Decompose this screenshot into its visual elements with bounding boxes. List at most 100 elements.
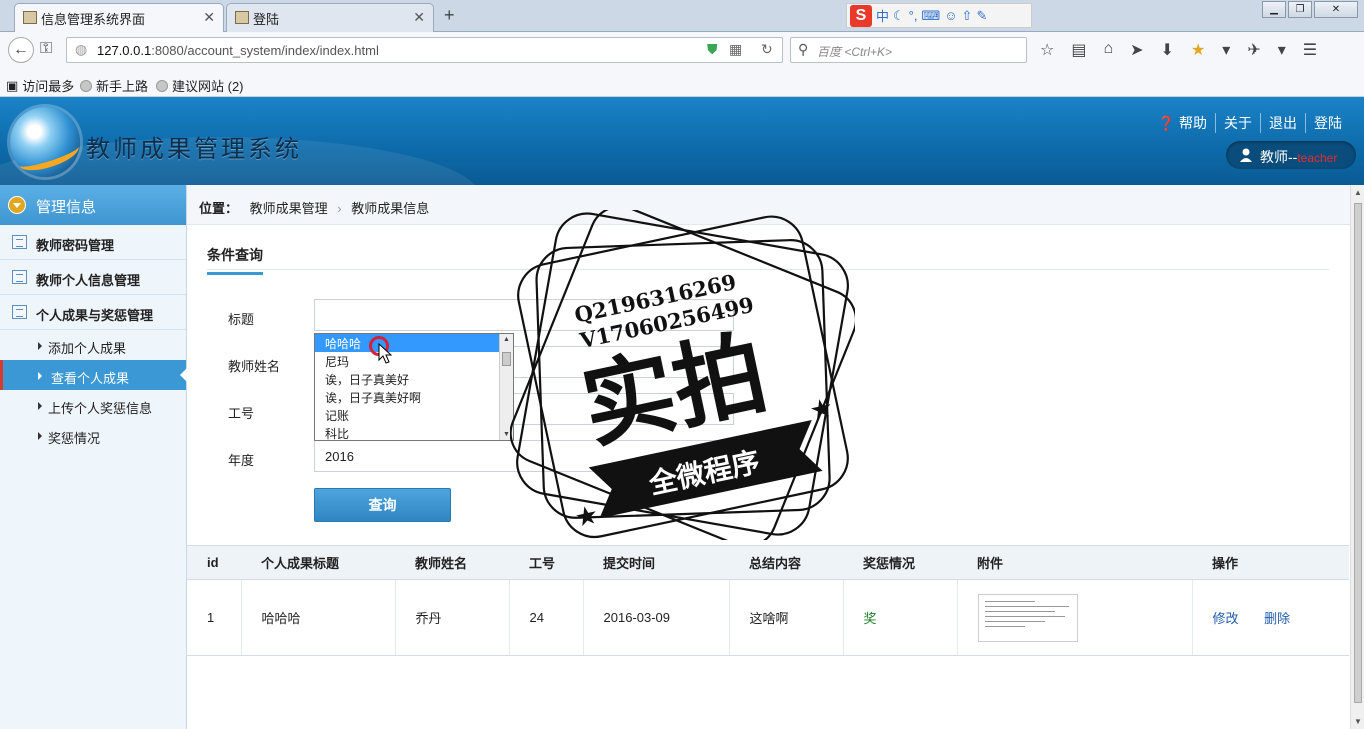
user-badge[interactable]: 教师--teacher xyxy=(1226,141,1356,169)
wrench-icon[interactable]: ✎ xyxy=(976,8,987,24)
app-header: 教师成果管理系统 ❓ 帮助 关于 退出 登陆 教师--teacher xyxy=(0,97,1364,185)
column-header: 操作 xyxy=(1192,545,1349,580)
scroll-thumb[interactable] xyxy=(502,352,511,366)
new-tab-icon[interactable]: + xyxy=(444,5,455,26)
year-input[interactable]: 2016 xyxy=(314,440,734,472)
globe-icon xyxy=(156,79,168,92)
shield-icon[interactable]: ⛊ xyxy=(707,41,718,58)
scroll-up-icon[interactable]: ▲ xyxy=(503,336,510,343)
search-input[interactable]: ⚲ 百度 <Ctrl+K> xyxy=(790,37,1027,63)
reload-icon[interactable]: ↻ xyxy=(761,41,773,58)
sidebar-item-password[interactable]: 教师密码管理 xyxy=(0,225,186,260)
close-window-icon[interactable]: ✕ xyxy=(1314,1,1358,18)
bookmarks-bar: ▣ 访问最多 新手上路 建议网站 (2) xyxy=(0,69,1364,97)
about-link[interactable]: 关于 xyxy=(1215,113,1260,133)
job-number-label: 工号 xyxy=(228,406,255,421)
key-icon[interactable]: ⚿ xyxy=(40,40,52,58)
cell-teacher: 乔丹 xyxy=(395,579,510,656)
breadcrumb-item[interactable]: 教师成果管理 xyxy=(250,201,328,216)
send-icon[interactable]: ➤ xyxy=(1130,40,1143,60)
mouse-cursor-icon xyxy=(378,343,392,364)
home-icon[interactable]: ⌂ xyxy=(1103,40,1113,60)
dropdown-option[interactable]: 科比 xyxy=(315,424,501,440)
title-label: 标题 xyxy=(228,312,255,327)
address-bar[interactable]: ◍ 127.0.0.1:8080/account_system/index/in… xyxy=(66,37,783,63)
minimize-icon[interactable]: ▁ xyxy=(1262,1,1286,18)
download-icon[interactable]: ⬇ xyxy=(1161,40,1174,60)
dropdown-option[interactable]: 诶，日子真美好啊 xyxy=(315,388,501,406)
maximize-icon[interactable]: ❐ xyxy=(1288,1,1312,18)
keyboard-icon[interactable]: ⌨ xyxy=(921,8,940,24)
sogou-s-icon[interactable]: S xyxy=(850,4,872,27)
user-icon[interactable]: ☺ xyxy=(944,8,957,23)
cell-summary: 这啥啊 xyxy=(729,579,844,656)
dropdown-option[interactable]: 哈哈哈 xyxy=(315,334,501,352)
column-header: 总结内容 xyxy=(729,545,843,580)
delete-link[interactable]: 删除 xyxy=(1264,611,1290,626)
tab-close-icon[interactable]: ✕ xyxy=(413,9,425,26)
sidebar-sub-label: 添加个人成果 xyxy=(48,341,127,356)
page-scrollbar[interactable]: ▲ ▼ xyxy=(1350,185,1364,729)
year-value: 2016 xyxy=(325,449,354,464)
dropdown-option[interactable]: 尼玛 xyxy=(315,352,501,370)
sidebar-item-achievements[interactable]: 个人成果与奖惩管理 xyxy=(0,295,186,330)
bookmark-label: 访问最多 xyxy=(22,79,75,94)
moon-icon[interactable]: ☾ xyxy=(893,8,905,24)
sidebar-sub-label: 奖惩情况 xyxy=(48,431,101,446)
addon-icon[interactable]: ✈ xyxy=(1247,40,1260,60)
scroll-up-icon[interactable]: ▲ xyxy=(1354,188,1362,197)
title-input[interactable] xyxy=(314,299,734,331)
login-link[interactable]: 登陆 xyxy=(1305,113,1350,133)
scroll-down-icon[interactable]: ▼ xyxy=(1354,717,1362,726)
sidebar-item-label: 教师密码管理 xyxy=(36,238,115,253)
ime-chinese-toggle[interactable]: 中 xyxy=(876,6,889,25)
bookmark-suggested-sites[interactable]: 建议网站 (2) xyxy=(156,76,244,95)
sidebar-header[interactable]: 管理信息 xyxy=(0,185,186,225)
menu-icon[interactable]: ☰ xyxy=(1303,40,1317,60)
query-button[interactable]: 查询 xyxy=(314,488,451,522)
bookmark-most-visited[interactable]: ▣ 访问最多 xyxy=(6,76,74,95)
tab-close-icon[interactable]: ✕ xyxy=(203,9,215,26)
star-icon[interactable]: ☆ xyxy=(1040,40,1054,60)
sidebar-item-personal-info[interactable]: 教师个人信息管理 xyxy=(0,260,186,295)
attachment-thumbnail[interactable] xyxy=(977,593,1078,642)
tab-login[interactable]: 登陆 ✕ xyxy=(226,3,434,32)
sidebar-sub-rewards[interactable]: 奖惩情况 xyxy=(0,420,186,450)
sidebar-sub-view[interactable]: 查看个人成果 xyxy=(0,360,187,390)
bookmark-getting-started[interactable]: 新手上路 xyxy=(80,76,148,95)
punctuation-icon[interactable]: °, xyxy=(909,8,918,23)
tab-condition-query[interactable]: 条件查询 xyxy=(207,245,263,275)
tab-info-management[interactable]: 信息管理系统界面 ✕ xyxy=(14,3,224,33)
bookmark-label: 建议网站 (2) xyxy=(172,79,244,94)
sidebar-sub-upload[interactable]: 上传个人奖惩信息 xyxy=(0,390,186,420)
scroll-down-icon[interactable]: ▼ xyxy=(503,431,510,438)
logout-link[interactable]: 退出 xyxy=(1260,113,1305,133)
dropdown-option[interactable]: 诶，日子真美好 xyxy=(315,370,501,388)
back-arrow-icon[interactable]: ← xyxy=(8,37,34,63)
column-header: 教师姓名 xyxy=(395,545,509,580)
dropdown-arrow-icon[interactable]: ▾ xyxy=(1222,40,1230,60)
list-icon xyxy=(12,270,27,284)
browser-tab-bar: 信息管理系统界面 ✕ 登陆 ✕ + S 中 ☾ °, ⌨ ☺ ⇧ ✎ ▁ ❐ ✕ xyxy=(0,0,1364,33)
dropdown-arrow-icon[interactable]: ▾ xyxy=(1278,40,1286,60)
help-link[interactable]: ❓ 帮助 xyxy=(1150,113,1215,133)
search-placeholder: 百度 <Ctrl+K> xyxy=(817,45,893,59)
autocomplete-dropdown[interactable]: 哈哈哈 尼玛 诶，日子真美好 诶，日子真美好啊 记账 科比 ▲ ▼ xyxy=(314,333,514,441)
dropdown-option[interactable]: 记账 xyxy=(315,406,501,424)
bookmark-folder-icon: ▣ xyxy=(6,77,19,93)
sidebar-sub-add[interactable]: 添加个人成果 xyxy=(0,330,186,360)
header-links: ❓ 帮助 关于 退出 登陆 xyxy=(1150,113,1350,133)
breadcrumb-item[interactable]: 教师成果信息 xyxy=(351,201,429,216)
list-icon xyxy=(12,235,27,249)
dropdown-scrollbar[interactable]: ▲ ▼ xyxy=(499,334,513,440)
favorite-badge-icon[interactable]: ★ xyxy=(1191,40,1205,60)
tab-label: 信息管理系统界面 xyxy=(41,12,146,27)
column-header: 附件 xyxy=(957,545,1192,580)
shirt-icon[interactable]: ⇧ xyxy=(962,8,973,24)
qr-code-icon[interactable]: ▦ xyxy=(729,41,742,58)
edit-link[interactable]: 修改 xyxy=(1213,611,1239,626)
sidebar-title: 管理信息 xyxy=(36,199,97,216)
help-label: 帮助 xyxy=(1179,115,1207,131)
scroll-thumb[interactable] xyxy=(1354,203,1362,703)
reading-list-icon[interactable]: ▤ xyxy=(1071,40,1086,60)
